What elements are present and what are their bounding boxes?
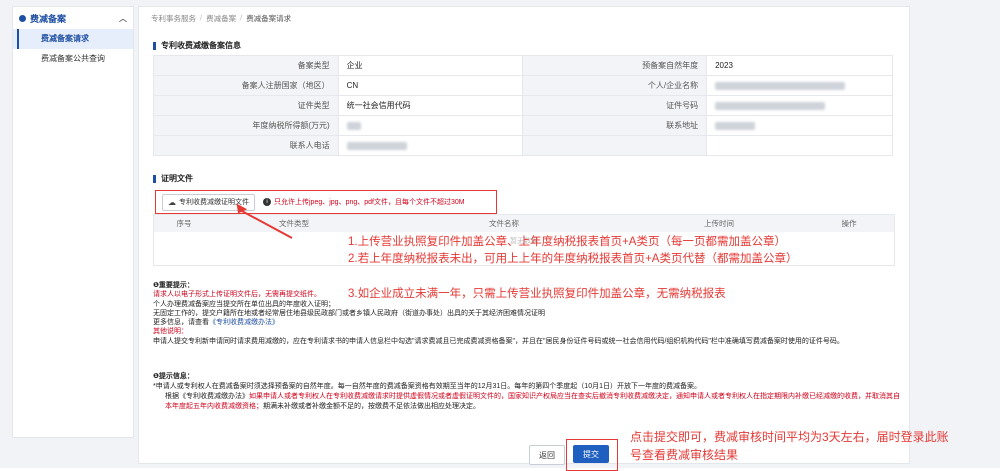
circle-icon <box>19 14 26 22</box>
label-country: 备案人注册国家（地区） <box>153 75 339 96</box>
table-row: 联系人电话 <box>153 135 893 156</box>
tip-line: *申请人或专利权人在费减备案时须选择预备案的自然年度。每一自然年度的费减备案资格… <box>153 383 701 390</box>
table-row: 备案类型 企业 预备案自然年度 2023 <box>153 55 893 76</box>
empty-cell <box>706 135 893 156</box>
table-row: 备案人注册国家（地区） CN 个人/企业名称 <box>153 75 893 96</box>
page-frame: 费减备案 ︿ 费减备案请求 费减备案公共查询 专利事务服务 / 费减备案 / 费… <box>0 0 1000 471</box>
sidebar-item-fee-request[interactable]: 费减备案请求 <box>13 29 133 49</box>
column-header: 上传时间 <box>704 219 734 228</box>
value-address-redacted <box>706 115 893 136</box>
sidebar-item-label: 费减备案公共查询 <box>41 54 105 63</box>
column-header: 操作 <box>841 219 857 228</box>
value-taxable-income-redacted <box>337 115 523 136</box>
note-line: 其他说明： <box>153 328 188 336</box>
value-id-number-redacted <box>706 95 893 116</box>
sidebar: 费减备案 ︿ 费减备案请求 费减备案公共查询 <box>12 6 134 438</box>
sidebar-group-fee-reduction[interactable]: 费减备案 ︿ <box>13 7 133 29</box>
tip-line: 根据《专利收费减缴办法》如果申请人或者专利权人在专利收费减缴请求时提供虚假情况或… <box>165 393 900 410</box>
label-name: 个人/企业名称 <box>521 75 708 96</box>
info-table: 备案类型 企业 预备案自然年度 2023 备案人注册国家（地区） CN 个人/企… <box>153 55 893 156</box>
cloud-upload-icon: ☁ <box>168 197 176 207</box>
annotation-submit: 点击提交即可，费减审核时间平均为3天左右，届时登录此账 号查看费减审核结果 <box>630 430 949 462</box>
label-address: 联系地址 <box>521 115 708 136</box>
value-name-redacted <box>706 75 893 96</box>
table-row: 证件类型 统一社会信用代码 证件号码 <box>153 95 893 116</box>
value-filing-year: 2023 <box>706 55 893 76</box>
breadcrumb-current: 费减备案请求 <box>246 14 292 23</box>
table-row: 年度纳税所得额(万元) 联系地址 <box>153 115 893 136</box>
sidebar-item-public-query[interactable]: 费减备案公共查询 <box>13 49 133 69</box>
empty-cell <box>521 135 708 156</box>
tip-notes: ❶提示信息： *申请人或专利权人在费减备案时须选择预备案的自然年度。每一自然年度… <box>153 372 903 412</box>
value-phone-redacted <box>337 135 523 156</box>
note-line: 无固定工作的，提交户籍所在地或者经常居住地县级民政部门或者乡镇人民政府（街道办事… <box>153 309 545 317</box>
note-line: 申请人提交专利新申请同时请求费用减缴的，应在专利请求书的申请人信息栏中勾选"请求… <box>153 337 844 345</box>
column-header: 文件名称 <box>489 219 519 228</box>
breadcrumb-item[interactable]: 费减备案 <box>206 13 236 24</box>
submit-button[interactable]: 提交 <box>573 445 609 463</box>
section-title-info: 专利收费减缴备案信息 <box>153 40 241 51</box>
value-country: CN <box>337 75 523 96</box>
sidebar-item-label: 费减备案请求 <box>41 34 89 43</box>
annotation-line-2: 2.若上年度纳税报表未出，可用上上年的年度纳税报表首页+A类页代替（都需加盖公章… <box>348 253 798 265</box>
label-phone: 联系人电话 <box>153 135 339 156</box>
chevron-up-icon[interactable]: ︿ <box>119 13 127 24</box>
column-header: 序号 <box>176 219 192 228</box>
label-id-type: 证件类型 <box>153 95 339 116</box>
info-icon: i <box>263 198 271 206</box>
label-filing-type: 备案类型 <box>153 55 339 76</box>
value-id-type: 统一社会信用代码 <box>337 95 523 116</box>
label-filing-year: 预备案自然年度 <box>521 55 708 76</box>
note-line: 更多信息，请查看《专利收费减缴办法》 <box>153 319 279 327</box>
section-title-files: 证明文件 <box>153 173 193 184</box>
label-taxable-income: 年度纳税所得额(万元) <box>153 115 339 136</box>
value-filing-type: 企业 <box>337 55 523 76</box>
submit-highlight-box: 提交 <box>566 439 618 471</box>
back-button[interactable]: 返回 <box>529 445 565 465</box>
regulation-link[interactable]: 《专利收费减缴办法》 <box>209 319 279 326</box>
breadcrumb: 专利事务服务 / 费减备案 / 费减备案请求 <box>151 13 292 24</box>
upload-note: i 只允许上传jpeg、jpg、png、pdf文件，且每个文件不超过30M <box>263 197 465 207</box>
sidebar-group-label: 费减备案 <box>30 13 67 24</box>
breadcrumb-item[interactable]: 专利事务服务 <box>151 13 196 24</box>
label-id-number: 证件号码 <box>521 95 708 116</box>
upload-highlight-box: ☁ 专利收费减缴证明文件 i 只允许上传jpeg、jpg、png、pdf文件，且… <box>155 190 497 214</box>
column-header: 文件类型 <box>279 219 309 228</box>
upload-proof-button[interactable]: ☁ 专利收费减缴证明文件 <box>162 193 255 211</box>
annotation-line-1: 1.上传营业执照复印件加盖公章、上年度纳税报表首页+A类页（每一页都需加盖公章） <box>348 236 786 248</box>
tip-title: ❶提示信息： <box>153 373 194 380</box>
file-table-header: 序号 文件类型 文件名称 上传时间 操作 <box>154 215 894 232</box>
annotation-line-3: 3.如企业成立未满一年，只需上传营业执照复印件加盖公章，无需纳税报表 <box>348 288 726 300</box>
